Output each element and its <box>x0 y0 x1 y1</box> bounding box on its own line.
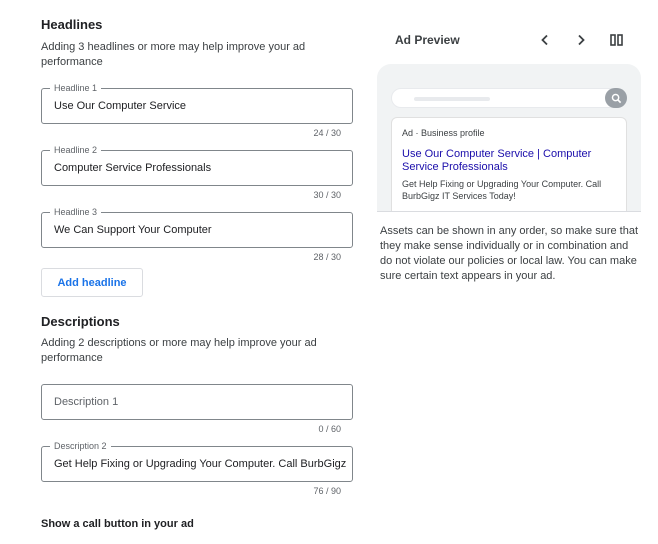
description-1-input[interactable]: Description 1 <box>54 385 350 419</box>
headline-3-field[interactable]: Headline 3 We Can Support Your Computer <box>41 206 353 248</box>
preview-divider <box>377 211 641 212</box>
headline-3-counter: 28 / 30 <box>313 252 341 262</box>
headline-1-field[interactable]: Headline 1 Use Our Computer Service <box>41 82 353 124</box>
headline-2-counter: 30 / 30 <box>313 190 341 200</box>
ad-meta-label: Ad · Business profile <box>402 128 485 138</box>
chevron-left-icon[interactable] <box>536 31 554 49</box>
descriptions-title: Descriptions <box>41 314 120 329</box>
description-2-counter: 76 / 90 <box>313 486 341 496</box>
headline-3-input[interactable]: We Can Support Your Computer <box>54 213 350 247</box>
phone-preview: Ad · Business profile Use Our Computer S… <box>377 64 641 212</box>
columns-icon[interactable] <box>608 31 626 49</box>
descriptions-help-text: Adding 2 descriptions or more may help i… <box>41 337 317 364</box>
headline-1-counter: 24 / 30 <box>313 128 341 138</box>
description-1-field[interactable]: Description 1 <box>41 384 353 420</box>
headline-1-input[interactable]: Use Our Computer Service <box>54 89 350 123</box>
search-icon <box>605 88 627 108</box>
add-headline-button[interactable]: Add headline <box>41 268 143 297</box>
ad-preview-title: Ad Preview <box>395 33 460 47</box>
headline-2-field[interactable]: Headline 2 Computer Service Professional… <box>41 144 353 186</box>
ad-description: Get Help Fixing or Upgrading Your Comput… <box>402 179 602 201</box>
headlines-title: Headlines <box>41 17 103 32</box>
description-1-counter: 0 / 60 <box>318 424 341 434</box>
preview-search-bar <box>391 88 627 108</box>
ad-headline-link[interactable]: Use Our Computer Service | Computer Serv… <box>402 148 617 174</box>
headline-2-input[interactable]: Computer Service Professionals <box>54 151 350 185</box>
description-2-field[interactable]: Description 2 Get Help Fixing or Upgradi… <box>41 440 353 482</box>
ad-preview-card: Ad · Business profile Use Our Computer S… <box>391 117 627 212</box>
call-button-section-title: Show a call button in your ad <box>41 518 194 530</box>
preview-disclaimer: Assets can be shown in any order, so mak… <box>380 225 639 282</box>
search-placeholder-line <box>414 97 490 101</box>
chevron-right-icon[interactable] <box>572 31 590 49</box>
headlines-help-text: Adding 3 headlines or more may help impr… <box>41 41 306 68</box>
description-2-input[interactable]: Get Help Fixing or Upgrading Your Comput… <box>54 447 350 481</box>
ad-editor-panel: Headlines Adding 3 headlines or more may… <box>0 0 370 544</box>
